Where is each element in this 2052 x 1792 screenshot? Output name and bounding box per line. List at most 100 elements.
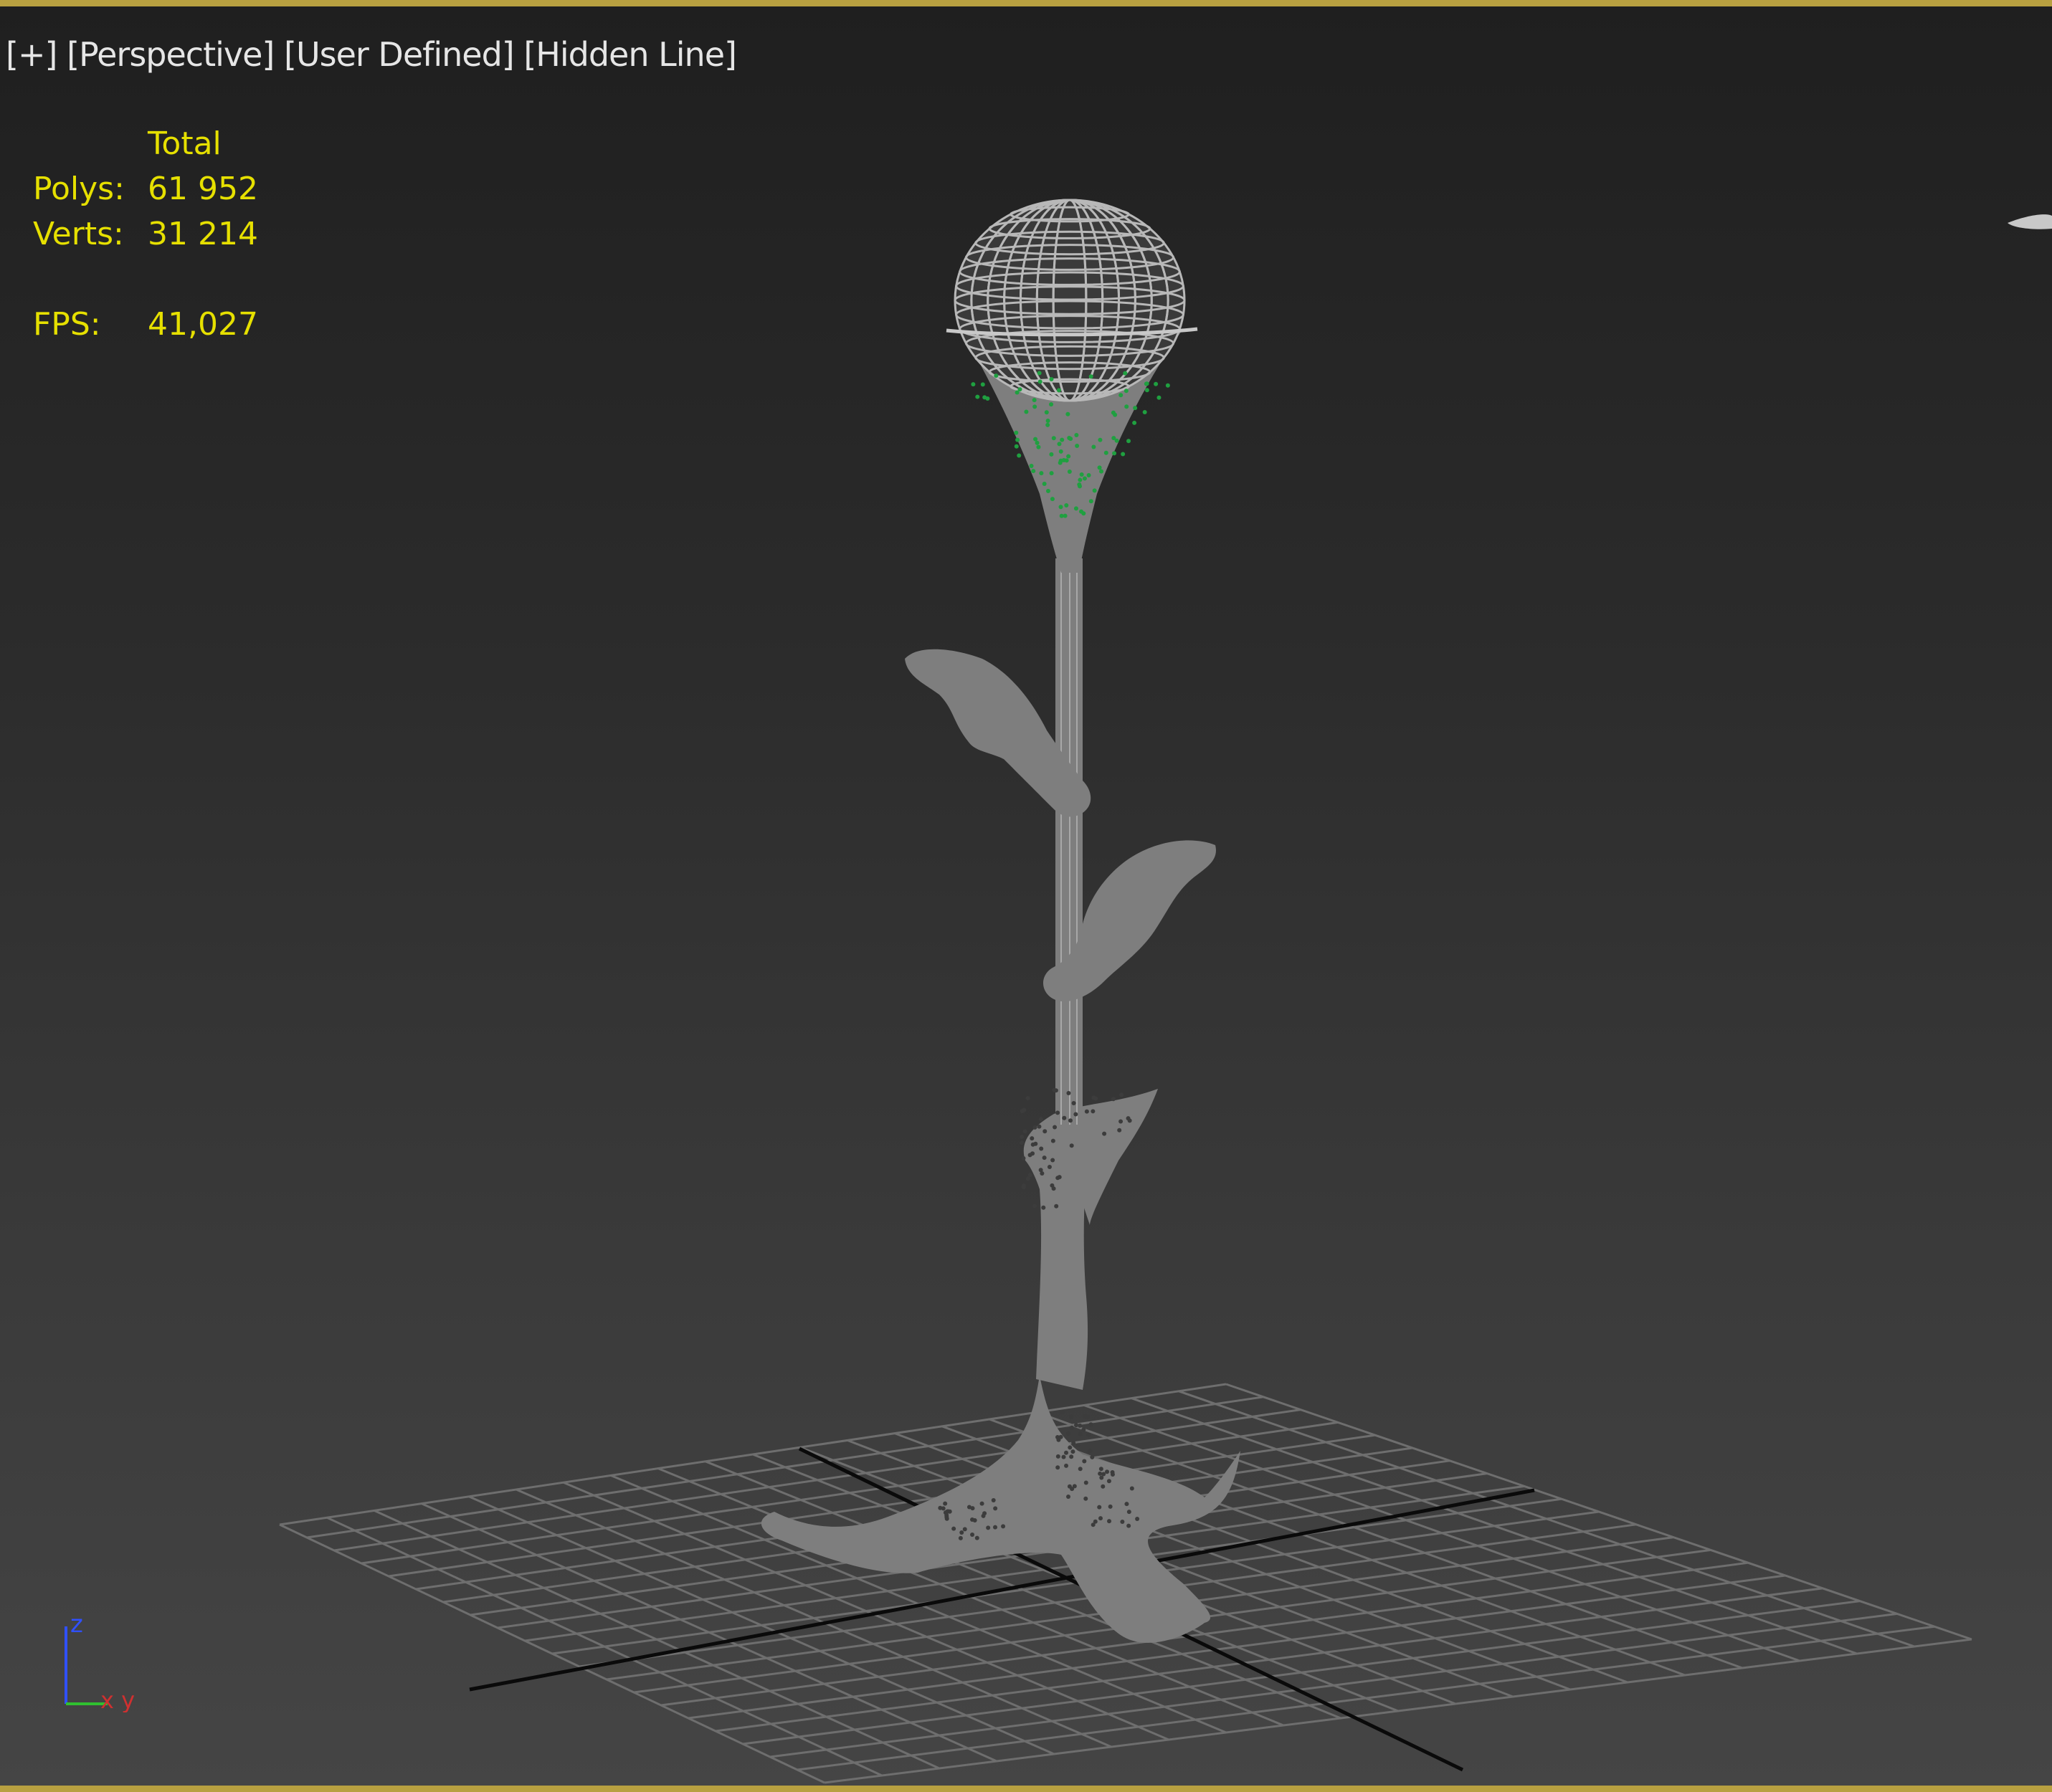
mesh-dot: [1038, 1168, 1043, 1173]
mesh-dot: [1098, 1516, 1103, 1521]
vertex-dot: [1073, 506, 1078, 511]
mesh-dot: [1069, 1414, 1074, 1419]
mesh-dot: [1107, 1519, 1112, 1524]
mesh-dot: [1090, 1454, 1095, 1459]
vertex-dot: [994, 373, 999, 378]
vertex-dot: [1124, 404, 1129, 409]
vertex-dot: [1029, 464, 1034, 469]
vertex-dot: [1057, 442, 1062, 447]
vertex-dot: [1078, 477, 1083, 482]
scene-canvas[interactable]: [0, 6, 2052, 1792]
mesh-dot: [1032, 1125, 1037, 1130]
mesh-dot: [1032, 1204, 1037, 1209]
mesh-dot: [970, 1517, 975, 1522]
mesh-dot: [1030, 1151, 1035, 1156]
mesh-dot: [1102, 1131, 1107, 1136]
stats-polys-value: 61 952: [148, 171, 258, 207]
mesh-dot: [1041, 1205, 1046, 1210]
mesh-dot: [945, 1509, 950, 1514]
vertex-dot: [1118, 393, 1124, 398]
vertex-dot: [1165, 383, 1170, 388]
mesh-dot: [1099, 1475, 1104, 1480]
mesh-dot: [1030, 1142, 1035, 1147]
vertex-dot: [1032, 398, 1037, 403]
mesh-dot: [1060, 1410, 1065, 1415]
vertex-dot: [1088, 499, 1093, 504]
mesh-dot: [1020, 1134, 1025, 1139]
mesh-dot: [958, 1535, 963, 1540]
stats-verts-value: 31 214: [148, 216, 258, 252]
vertex-dot: [1132, 420, 1137, 425]
stats-total-header: Total: [148, 125, 222, 162]
vertex-dot: [1077, 482, 1082, 487]
vertex-dot: [1058, 449, 1063, 454]
vertex-dot: [1067, 470, 1072, 475]
vertex-dot: [1091, 444, 1096, 449]
vertex-dot: [1154, 381, 1159, 386]
vertex-dot: [1024, 409, 1029, 414]
statistics-overlay: Total Polys: 61 952 Verts: 31 214 FPS: 4…: [33, 121, 258, 347]
vertex-dot: [1045, 418, 1050, 423]
offscreen-object-fragment[interactable]: [2008, 214, 2052, 229]
vertex-dot: [1056, 388, 1061, 393]
mesh-dot: [1117, 1128, 1122, 1133]
vertex-dot: [1049, 377, 1054, 382]
vertex-dot: [1156, 395, 1162, 400]
mesh-dot: [1083, 1480, 1088, 1485]
vertex-dot: [1142, 410, 1147, 415]
mesh-dot: [1120, 1519, 1125, 1524]
vertex-dot: [1133, 406, 1138, 411]
mesh-dot: [993, 1506, 998, 1511]
vertex-dot: [1126, 439, 1131, 444]
mesh-dot: [1067, 1484, 1072, 1489]
mesh-dot: [1106, 1479, 1111, 1484]
mesh-dot: [993, 1525, 998, 1530]
mesh-dot: [1078, 1431, 1083, 1436]
mesh-dot: [1119, 1092, 1124, 1097]
mesh-dot: [1064, 1463, 1069, 1468]
vertex-dot: [1079, 509, 1084, 514]
vertex-dot: [1099, 469, 1104, 474]
stats-verts-label: Verts:: [33, 216, 124, 252]
vertex-dot: [1082, 476, 1087, 481]
vertex-dot: [1014, 444, 1019, 449]
mesh-dot: [1097, 1505, 1102, 1510]
mesh-dot: [1053, 1088, 1058, 1093]
mesh-dot: [1025, 1096, 1030, 1101]
vertex-dot: [1123, 371, 1128, 376]
mesh-dot: [1021, 1155, 1026, 1160]
mesh-dot: [1088, 1422, 1093, 1427]
mesh-dot: [1126, 1116, 1131, 1121]
mesh-dot: [1066, 1431, 1071, 1436]
vertex-dot: [1049, 402, 1054, 407]
plant-base-roots[interactable]: [761, 1376, 1240, 1643]
vertex-dot: [1014, 430, 1019, 435]
mesh-dot: [1047, 1165, 1052, 1170]
perspective-viewport[interactable]: [+] [Perspective] [User Defined] [Hidden…: [0, 0, 2052, 1792]
mesh-dot: [1057, 1175, 1062, 1180]
mesh-dot: [1055, 1465, 1060, 1470]
mesh-dot: [1064, 1450, 1069, 1455]
vertex-dot: [1114, 438, 1119, 443]
vertex-dot: [1060, 437, 1065, 442]
vertex-dot: [1049, 452, 1054, 457]
vertex-dot: [1045, 489, 1050, 494]
mesh-dot: [1055, 1454, 1060, 1459]
mesh-dot: [966, 1505, 972, 1510]
mesh-dot: [1062, 1115, 1067, 1120]
vertex-dot: [1033, 437, 1038, 442]
mesh-dot: [1098, 1467, 1103, 1472]
mesh-dot: [1054, 1204, 1059, 1209]
vertex-dot: [1111, 410, 1116, 415]
mesh-dot: [1055, 1110, 1060, 1115]
vertex-dot: [1058, 460, 1063, 465]
mesh-dot: [1084, 1109, 1089, 1114]
mesh-dot: [1001, 1524, 1006, 1529]
mesh-dot: [1050, 1158, 1055, 1163]
mesh-dot: [1073, 1112, 1078, 1117]
mesh-dot: [1020, 1109, 1025, 1114]
vertex-dot: [1067, 436, 1072, 441]
vertex-dot: [1065, 411, 1070, 416]
mesh-dot: [1069, 1425, 1074, 1430]
vertex-dot: [1039, 471, 1044, 476]
